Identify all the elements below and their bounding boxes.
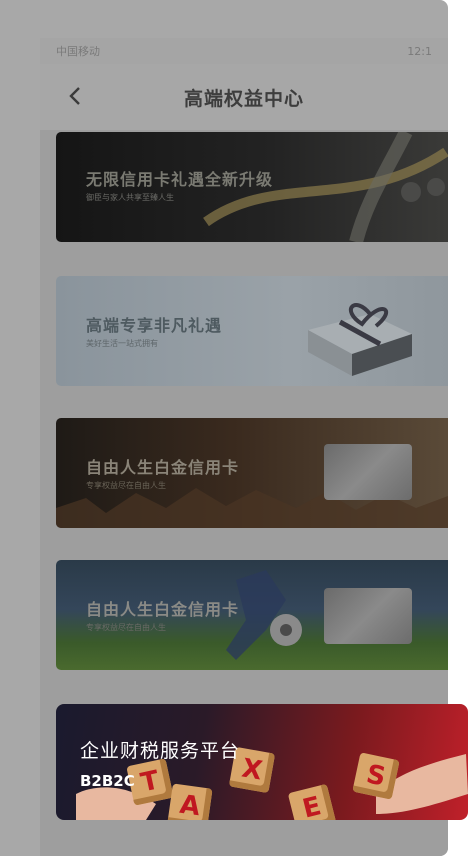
banner-title: 自由人生白金信用卡 (86, 600, 240, 619)
nav-bar: 高端权益中心 (40, 64, 448, 130)
ad-subtitle: B2B2C (80, 772, 135, 790)
banner-freedom-card-concert[interactable]: 自由人生白金信用卡 专享权益尽在自由人生 (56, 418, 448, 528)
credit-card-image (324, 444, 412, 500)
banner-title: 高端专享非凡礼遇 (86, 316, 223, 335)
banner-premium-gift[interactable]: 高端专享非凡礼遇 美好生活一站式拥有 (56, 276, 448, 386)
gift-box-icon (308, 303, 412, 376)
banner-subtitle: 专享权益尽在自由人生 (86, 481, 166, 490)
banner-title: 无限信用卡礼遇全新升级 (86, 170, 274, 189)
banner-freedom-card-sports[interactable]: 自由人生白金信用卡 专享权益尽在自由人生 (56, 560, 448, 670)
cube-letter-s: S (352, 752, 400, 800)
banner-infinite-card[interactable]: 无限信用卡礼遇全新升级 御臣与家人共享至臻人生 (56, 132, 448, 242)
banner-title: 自由人生白金信用卡 (86, 458, 240, 477)
status-right-text: 12:1 (407, 44, 432, 58)
carrier-text: 中国移动 (56, 45, 100, 58)
banner-subtitle: 御臣与家人共享至臻人生 (86, 193, 174, 202)
banner-subtitle: 美好生活一站式拥有 (86, 339, 158, 348)
tax-service-ad[interactable]: T A X E S 企业财税服务平台 B2B2C (56, 704, 468, 820)
banner-subtitle: 专享权益尽在自由人生 (86, 623, 166, 632)
cube-letter-e: E (287, 783, 337, 820)
credit-card-image (324, 588, 412, 644)
cube-letter-a: A (167, 783, 213, 820)
status-bar: 中国移动 12:1 (40, 38, 448, 64)
page-title: 高端权益中心 (183, 88, 304, 110)
ad-title: 企业财税服务平台 (80, 740, 241, 762)
